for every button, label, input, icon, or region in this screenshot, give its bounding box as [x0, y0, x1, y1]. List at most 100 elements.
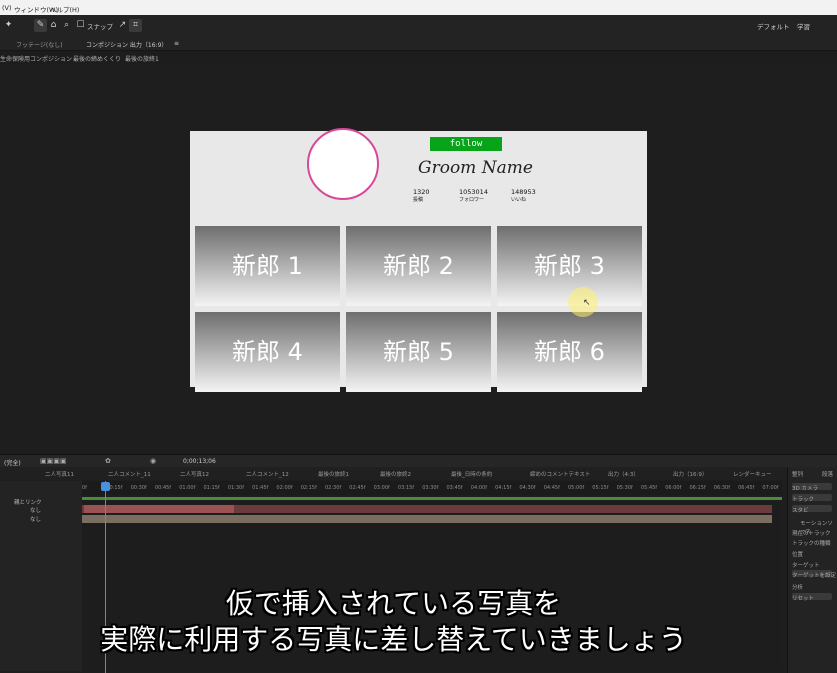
ruler-tick: 05:30f	[616, 485, 633, 491]
photo-tile: 新郎 6	[497, 312, 642, 392]
ruler-tick: 03:30f	[422, 485, 439, 491]
ruler-tick: 06:00f	[665, 485, 682, 491]
ruler-tick: 04:30f	[519, 485, 536, 491]
ruler-tick: 07:00f	[762, 485, 779, 491]
position-checkbox[interactable]: 位置	[792, 550, 803, 558]
snap-label: スナップ	[87, 23, 113, 31]
snap-checkbox-icon[interactable]: ☐	[74, 19, 87, 32]
stat-label: 投稿	[413, 197, 424, 203]
menu-item-help[interactable]: ヘルプ(H)	[50, 4, 79, 14]
ruler-tick: 01:00f	[179, 485, 196, 491]
ruler-tick: 03:15f	[397, 485, 415, 491]
subtitle-line-2: 実際に利用する写真に差し替えていきましょう	[100, 623, 687, 656]
timeline-tab[interactable]: 二人写真11	[45, 470, 74, 478]
stat-value: 1320	[413, 188, 430, 196]
ruler-tick: 05:00f	[568, 485, 585, 491]
ruler-tick: 02:00f	[276, 485, 293, 491]
stabilize-label: スタビ	[792, 508, 809, 514]
track-label: トラック	[792, 497, 815, 503]
toolbar: ✦ ✎ ⌂ ⌕ ☐ スナップ ↗ ⌗ デフォルト 学習	[0, 15, 837, 38]
panel-title-paragraph[interactable]: 段落	[822, 470, 833, 478]
tab-composition[interactable]: コンポジション 出力（16:9）	[86, 40, 167, 49]
timeline-tab[interactable]: 二人コメント_11	[108, 470, 151, 478]
panel-tabs: フッテージ(なし) コンポジション 出力（16:9） ≡	[0, 37, 837, 51]
3d-camera-label: 3D カメラ	[792, 486, 818, 492]
ruler-tick: 02:45f	[349, 485, 366, 491]
parent-dropdown[interactable]: なし	[30, 515, 41, 523]
timecode-display[interactable]: 0;00;13;06	[183, 458, 216, 465]
hand-tool-icon[interactable]: ⌂	[47, 19, 60, 32]
timeline-tab[interactable]: 最後の旅終1	[318, 470, 349, 478]
time-ruler[interactable]: 0f 00:15f 00:30f 00:45f 01:00f 01:15f 01:30f 01…	[82, 481, 782, 495]
breadcrumb-item[interactable]: 最後の旅終1	[125, 54, 159, 63]
timeline-tab[interactable]: 締めのコメントテキスト	[530, 470, 590, 478]
view-options-icon[interactable]: ▣▣▣▣	[40, 457, 66, 465]
viewer-controls: (完全) ▣▣▣▣ ✿ ◉ 0;00;13;06	[0, 454, 837, 468]
set-target-label: ターゲットを設定	[792, 573, 837, 579]
subtitle-line-1: 仮で挿入されている写真を	[225, 587, 562, 620]
ruler-tick: 05:45f	[640, 485, 658, 491]
composition-canvas[interactable]: follow Groom Name 1320 投稿 1053014 フォロワー 14…	[190, 128, 647, 392]
zoom-dropdown[interactable]: (完全)	[4, 458, 21, 467]
snap-option-icon[interactable]: ↗	[116, 19, 129, 32]
breadcrumb: 生命保険用コンポジション 最後の締めくくり 最後の旅終1	[0, 51, 837, 64]
menu-bar: (V) ウィンドウ(W) ヘルプ(H)	[0, 0, 837, 15]
follow-button: follow	[430, 137, 502, 151]
timeline-tab[interactable]: 出力（16:9）	[673, 470, 707, 478]
ruler-tick: 05:15f	[592, 485, 609, 491]
ruler-tick: 03:45f	[446, 485, 463, 491]
reset-label: リセット	[792, 596, 815, 602]
layer-bar[interactable]	[82, 515, 772, 523]
selection-tool-icon[interactable]: ✎	[34, 19, 47, 32]
stat-followers: 1053014 フォロワー	[459, 188, 488, 204]
layer-bar-label	[84, 505, 234, 513]
mouse-pointer-icon: ↖	[583, 298, 591, 308]
current-track-label: 現在のトラック	[792, 531, 831, 537]
ruler-tick: 02:30f	[325, 485, 342, 491]
camera-icon[interactable]: ◉	[150, 457, 156, 465]
ruler-tick: 06:15f	[689, 485, 706, 491]
ruler-tick: 00:30f	[130, 485, 147, 491]
playhead-handle[interactable]	[101, 482, 110, 491]
photo-tile: 新郎 4	[195, 312, 340, 392]
ruler-tick: 00:45f	[154, 485, 172, 491]
ruler-tick: 01:30f	[227, 485, 244, 491]
ruler-tick: 01:45f	[252, 485, 269, 491]
ruler-tick: 06:45f	[738, 485, 755, 491]
timeline-tab[interactable]: レンダーキュー	[733, 470, 772, 478]
workspace-default[interactable]: デフォルト	[757, 21, 790, 31]
ruler-tick: 03:00f	[373, 485, 390, 491]
channel-icon[interactable]: ✿	[105, 457, 111, 465]
track-type-label: トラックの種類	[792, 541, 831, 547]
work-area-bar[interactable]	[82, 497, 782, 500]
timeline-tab[interactable]: 出力（4:3）	[608, 470, 639, 478]
breadcrumb-item[interactable]: 最後の締めくくり	[73, 54, 121, 63]
target-label: ターゲット	[792, 563, 820, 569]
timeline-tab[interactable]: 最後の旅終2	[380, 470, 411, 478]
ruler-tick: 02:15f	[300, 485, 317, 491]
workspace-learn[interactable]: 学習	[797, 21, 810, 31]
zoom-tool-icon[interactable]: ⌕	[60, 19, 73, 32]
tab-footage[interactable]: フッテージ(なし)	[16, 40, 63, 49]
pin-tool-icon[interactable]: ✦	[2, 19, 15, 32]
panel-menu-icon[interactable]: ≡	[174, 40, 179, 47]
stat-posts: 1320 投稿	[413, 188, 430, 204]
ruler-tick: 04:15f	[495, 485, 512, 491]
analyze-label: 分析	[792, 585, 804, 591]
stat-value: 148953	[511, 188, 536, 196]
stat-likes: 148953 いいね	[511, 188, 536, 204]
breadcrumb-item[interactable]: 生命保険用コンポジション	[0, 54, 72, 63]
timeline-tab[interactable]: 二人コメント_12	[246, 470, 289, 478]
ruler-tick: 04:45f	[543, 485, 560, 491]
grid-snap-icon[interactable]: ⌗	[129, 19, 142, 32]
panel-title-align[interactable]: 整列	[792, 470, 803, 478]
ruler-tick: 01:15f	[203, 485, 220, 491]
ruler-tick: 06:30f	[713, 485, 730, 491]
profile-avatar	[307, 128, 379, 200]
timeline-tab[interactable]: 最後_日時の条約	[451, 470, 492, 478]
parent-dropdown[interactable]: なし	[30, 506, 41, 514]
stat-label: フォロワー	[459, 197, 485, 203]
menu-item-view[interactable]: (V)	[2, 4, 12, 12]
ruler-tick: 04:00f	[470, 485, 487, 491]
timeline-tab[interactable]: 二人写真12	[180, 470, 209, 478]
